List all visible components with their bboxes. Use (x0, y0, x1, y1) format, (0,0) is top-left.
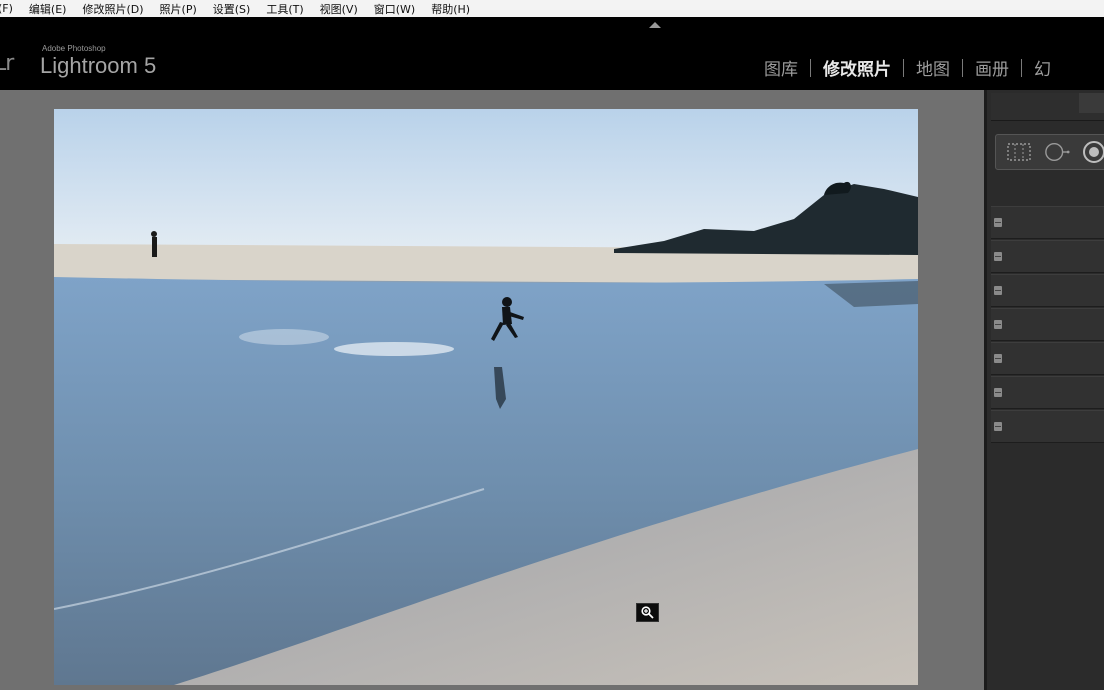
menu-view[interactable]: 视图(V) (320, 1, 358, 17)
zoom-in-icon (636, 603, 659, 622)
module-picker: 图库 修改照片 地图 画册 幻 (764, 55, 1051, 80)
lightroom-logo: Lr (0, 51, 14, 76)
panel-switch-icon[interactable] (994, 252, 1002, 261)
panel-basic[interactable] (991, 206, 1104, 239)
photo-canvas (0, 90, 984, 690)
brand-product: Lightroom 5 (40, 53, 157, 78)
menu-tools[interactable]: 工具(T) (266, 1, 303, 17)
menu-edit[interactable]: 编辑(E) (29, 1, 67, 17)
panel-split-toning[interactable] (991, 308, 1104, 341)
panel-detail[interactable] (991, 342, 1104, 375)
panel-tone-curve[interactable] (991, 240, 1104, 273)
tool-strip (995, 134, 1104, 170)
histogram-corner (1079, 93, 1104, 113)
panel-switch-icon[interactable] (994, 218, 1002, 227)
module-library[interactable]: 图库 (764, 55, 798, 80)
menu-help[interactable]: 帮助(H) (431, 1, 470, 17)
collapse-arrow-icon[interactable] (649, 22, 661, 28)
menu-window[interactable]: 窗口(W) (374, 1, 415, 17)
menu-bar: (F) 编辑(E) 修改照片(D) 照片(P) 设置(S) 工具(T) 视图(V… (0, 0, 1104, 17)
panel-switch-icon[interactable] (994, 354, 1002, 363)
module-separator (810, 58, 811, 77)
panel-switch-icon[interactable] (994, 320, 1002, 329)
panel-switch-icon[interactable] (994, 388, 1002, 397)
module-separator (962, 58, 963, 77)
panel-switch-icon[interactable] (994, 286, 1002, 295)
module-map[interactable]: 地图 (916, 55, 950, 80)
beach-photo (54, 109, 918, 685)
module-separator (1021, 58, 1022, 77)
brand-vendor: Adobe Photoshop (42, 44, 106, 53)
panel-switch-icon[interactable] (994, 422, 1002, 431)
panel-lens-corrections[interactable] (991, 376, 1104, 409)
right-panel (984, 90, 1104, 690)
spot-removal-icon[interactable] (1044, 139, 1070, 165)
photo-preview[interactable] (54, 109, 918, 685)
module-slideshow[interactable]: 幻 (1034, 55, 1051, 80)
menu-photo[interactable]: 照片(P) (160, 1, 197, 17)
menu-develop[interactable]: 修改照片(D) (82, 1, 143, 17)
identity-bar: Lr Adobe Photoshop Lightroom 5 图库 修改照片 地… (0, 17, 1104, 90)
crop-overlay-icon[interactable] (1006, 139, 1032, 165)
module-develop[interactable]: 修改照片 (823, 55, 891, 80)
panel-effects[interactable] (991, 410, 1104, 443)
red-eye-icon[interactable] (1082, 139, 1104, 165)
module-separator (903, 58, 904, 77)
module-book[interactable]: 画册 (975, 55, 1009, 80)
histogram (991, 93, 1104, 121)
panel-hsl[interactable] (991, 274, 1104, 307)
menu-settings[interactable]: 设置(S) (213, 1, 251, 17)
menu-file[interactable]: (F) (0, 2, 13, 15)
